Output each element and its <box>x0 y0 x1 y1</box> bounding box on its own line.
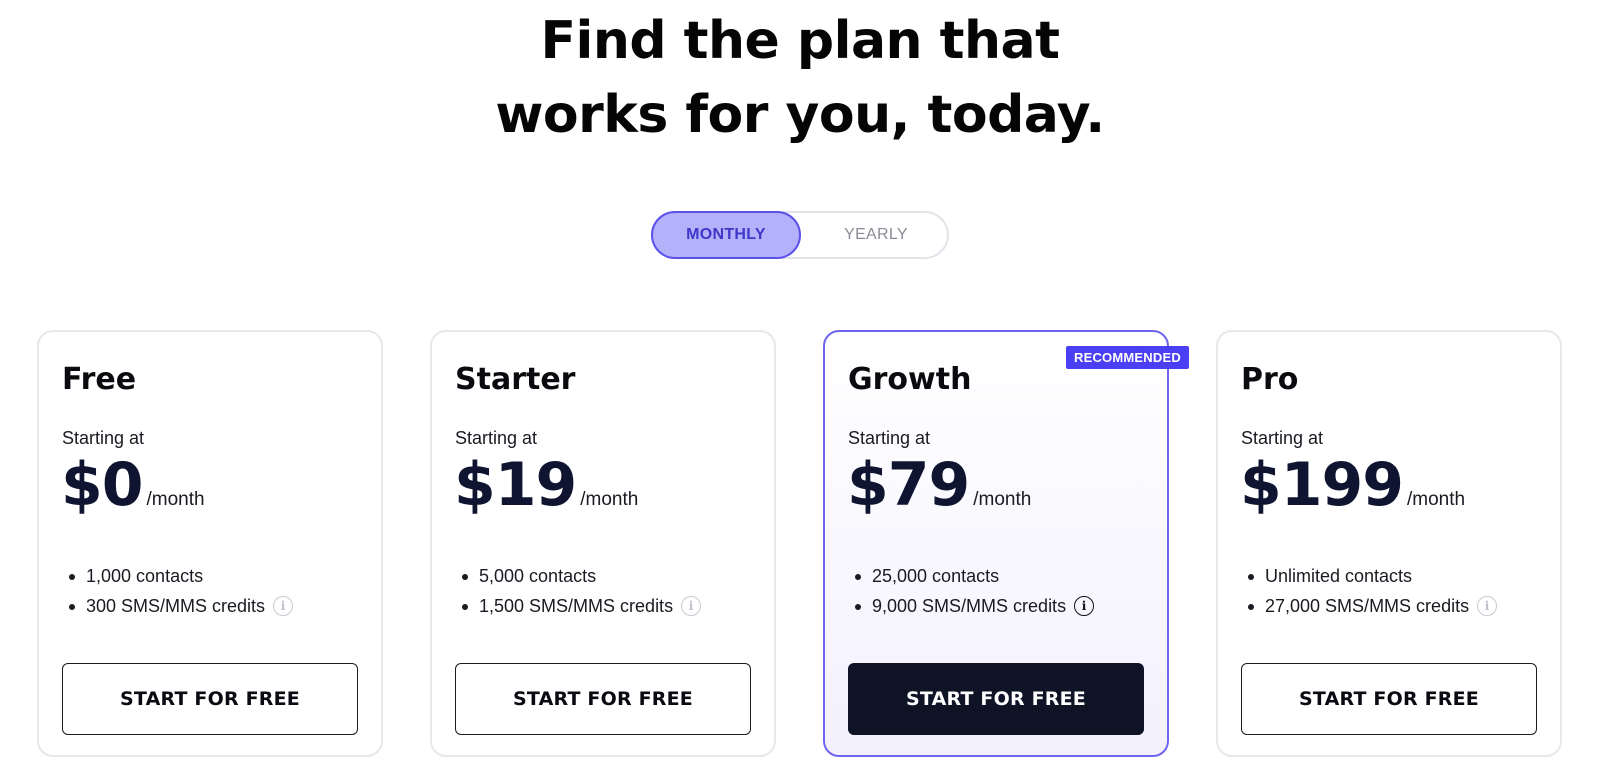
plan-card-starter: Starter Starting at $19 /month 5,000 con… <box>430 330 776 757</box>
plan-name: Free <box>62 362 137 397</box>
feature-item: 25,000 contacts <box>854 561 1094 591</box>
plan-name: Starter <box>455 362 576 397</box>
info-icon[interactable]: i <box>681 596 702 616</box>
start-for-free-button[interactable]: START FOR FREE <box>455 663 751 735</box>
feature-item: Unlimited contacts <box>1247 561 1497 591</box>
plan-price: $199 <box>1240 450 1404 520</box>
feature-item: 9,000 SMS/MMS credits i <box>854 591 1095 621</box>
page-title-line-2: works for you, today. <box>495 85 1105 145</box>
price-row: $79 /month <box>847 450 1031 520</box>
info-icon[interactable]: i <box>1477 596 1498 616</box>
price-row: $0 /month <box>61 450 205 520</box>
feature-text: 300 SMS/MMS credits <box>86 596 266 616</box>
plan-card-free: Free Starting at $0 /month 1,000 contact… <box>37 330 383 757</box>
feature-item: 27,000 SMS/MMS credits i <box>1247 591 1498 621</box>
price-period: /month <box>146 489 205 510</box>
feature-list: 1,000 contacts 300 SMS/MMS credits i <box>68 561 294 621</box>
plan-name: Growth <box>848 362 972 397</box>
starting-at-label: Starting at <box>62 428 145 448</box>
feature-item: 1,500 SMS/MMS credits i <box>461 591 702 621</box>
feature-text: 27,000 SMS/MMS credits <box>1265 596 1470 616</box>
feature-list: Unlimited contacts 27,000 SMS/MMS credit… <box>1247 561 1498 621</box>
page-title: Find the plan that works for you, today. <box>0 4 1600 152</box>
plan-card-pro: Pro Starting at $199 /month Unlimited co… <box>1216 330 1562 757</box>
price-period: /month <box>973 489 1032 510</box>
billing-period-toggle: MONTHLY YEARLY <box>651 211 949 259</box>
start-for-free-button[interactable]: START FOR FREE <box>1241 663 1537 735</box>
page-title-line-1: Find the plan that <box>540 11 1060 71</box>
feature-text: Unlimited contacts <box>1265 566 1413 586</box>
starting-at-label: Starting at <box>848 428 931 448</box>
feature-text: 1,000 contacts <box>86 566 204 586</box>
price-row: $19 /month <box>454 450 638 520</box>
feature-item: 1,000 contacts <box>68 561 293 591</box>
feature-text: 1,500 SMS/MMS credits <box>479 596 674 616</box>
feature-text: 5,000 contacts <box>479 566 597 586</box>
start-for-free-button[interactable]: START FOR FREE <box>62 663 358 735</box>
info-icon[interactable]: i <box>1074 596 1095 616</box>
price-row: $199 /month <box>1240 450 1465 520</box>
feature-list: 25,000 contacts 9,000 SMS/MMS credits i <box>854 561 1095 621</box>
feature-item: 300 SMS/MMS credits i <box>68 591 294 621</box>
plan-price: $79 <box>847 450 970 520</box>
monthly-toggle-option[interactable]: MONTHLY <box>651 211 801 259</box>
price-period: /month <box>1407 489 1466 510</box>
plan-price: $19 <box>454 450 577 520</box>
plan-card-growth: RECOMMENDED Growth Starting at $79 /mont… <box>823 330 1189 757</box>
plan-name: Pro <box>1241 362 1299 397</box>
feature-item: 5,000 contacts <box>461 561 701 591</box>
feature-list: 5,000 contacts 1,500 SMS/MMS credits i <box>461 561 702 621</box>
yearly-toggle-option[interactable]: YEARLY <box>801 211 951 259</box>
pricing-page: Find the plan that works for you, today.… <box>0 0 1600 784</box>
info-icon[interactable]: i <box>273 596 294 616</box>
plan-price: $0 <box>61 450 143 520</box>
price-period: /month <box>580 489 639 510</box>
feature-text: 25,000 contacts <box>872 566 1000 586</box>
feature-text: 9,000 SMS/MMS credits <box>872 596 1067 616</box>
starting-at-label: Starting at <box>1241 428 1324 448</box>
starting-at-label: Starting at <box>455 428 538 448</box>
recommended-badge: RECOMMENDED <box>1066 346 1189 369</box>
start-for-free-button[interactable]: START FOR FREE <box>848 663 1144 735</box>
